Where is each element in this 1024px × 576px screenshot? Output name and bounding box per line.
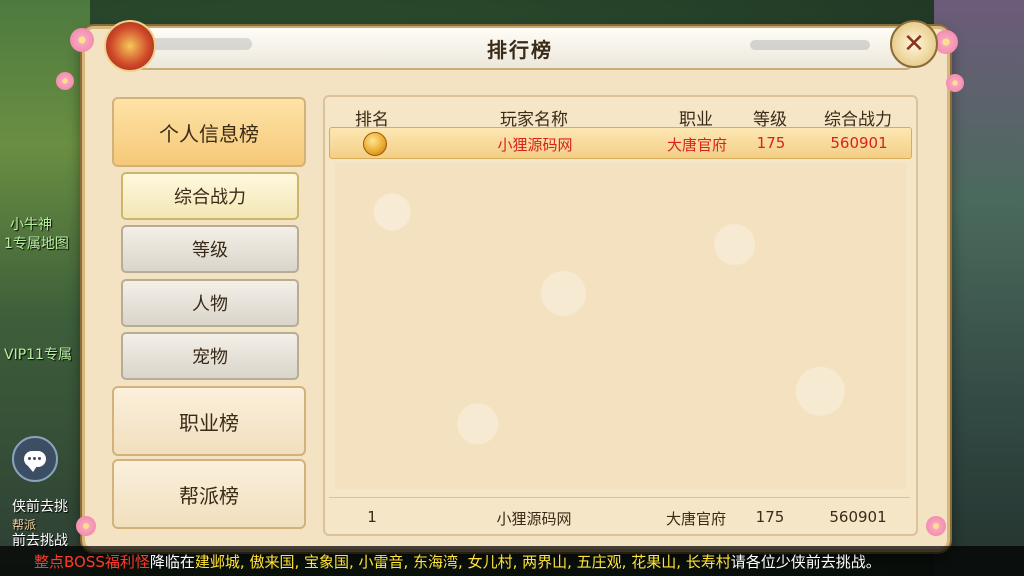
row-combat-power: 560901 (830, 134, 888, 152)
bg-text: 侠前去挑 (12, 499, 68, 515)
gold-medal-icon (363, 132, 387, 156)
flower-decoration-icon (926, 516, 946, 536)
chat-button[interactable] (12, 436, 58, 482)
announcement-locations: 建邺城, 傲来国, 宝象国, 小雷音, 东海湾, 女儿村, 两界山, 五庄观, … (194, 552, 731, 571)
ranking-table: 排名 玩家名称 职业 等级 综合战力 小狸源码网 大唐官府 175 560901… (323, 95, 918, 536)
my-ranking-row: 1 小狸源码网 大唐官府 175 560901 (329, 497, 910, 532)
bg-text: VIP11专属 (4, 347, 72, 363)
bg-text: 小牛神 (10, 217, 52, 233)
flower-decoration-icon (56, 72, 74, 90)
system-announcement: 整点BOSS福利怪 降临在 建邺城, 傲来国, 宝象国, 小雷音, 东海湾, 女… (0, 546, 1024, 576)
page-title: 排行榜 (487, 37, 553, 62)
subtab-pet[interactable]: 宠物 (121, 332, 299, 380)
dragon-emblem-icon (104, 20, 156, 72)
subtab-level[interactable]: 等级 (121, 225, 299, 273)
tab-guild-ranking[interactable]: 帮派榜 (112, 459, 306, 529)
row-class: 大唐官府 (666, 136, 728, 154)
subtab-character[interactable]: 人物 (121, 279, 299, 327)
my-player-name: 小狸源码网 (496, 510, 572, 528)
announcement-text: 降临在 (149, 552, 195, 571)
my-combat-power: 560901 (829, 508, 887, 526)
close-icon: ✕ (903, 29, 925, 59)
title-bar: 排行榜 (128, 26, 912, 70)
tab-personal-ranking[interactable]: 个人信息榜 (112, 97, 306, 167)
table-body (335, 163, 906, 489)
my-level: 175 (755, 508, 785, 526)
flower-decoration-icon (76, 516, 96, 536)
bg-text: 1专属地图 (4, 236, 69, 252)
game-background-left (0, 0, 90, 576)
flower-decoration-icon (70, 28, 94, 52)
my-rank: 1 (367, 508, 377, 526)
subtab-combat-power[interactable]: 综合战力 (121, 172, 299, 220)
announcement-highlight: 整点BOSS福利怪 (34, 552, 150, 571)
close-button[interactable]: ✕ (890, 20, 938, 68)
flower-decoration-icon (946, 74, 964, 92)
row-player-name: 小狸源码网 (497, 136, 573, 154)
announcement-text: 请各位少侠前去挑战。 (730, 552, 881, 571)
table-row[interactable]: 小狸源码网 大唐官府 175 560901 (329, 127, 912, 159)
my-class: 大唐官府 (665, 510, 727, 528)
chat-bubble-icon (24, 451, 46, 472)
tab-class-ranking[interactable]: 职业榜 (112, 386, 306, 456)
row-level: 175 (756, 134, 786, 152)
